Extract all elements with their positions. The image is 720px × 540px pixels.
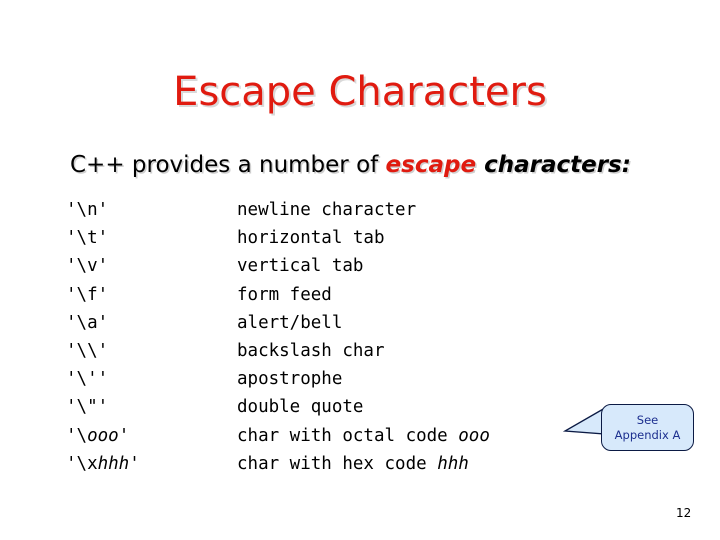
escape-description-text: apostrophe (237, 369, 343, 390)
table-row: '\'' apostrophe (66, 365, 490, 393)
escape-code: '\xhhh' (66, 450, 237, 478)
table-row: '\a' alert/bell (66, 309, 490, 337)
escape-description: apostrophe (237, 365, 342, 393)
subtitle-line: C++ provides a number of escape characte… (70, 150, 631, 180)
escape-description: newline character (237, 196, 416, 224)
table-row: '\\' backslash char (66, 337, 490, 365)
callout-box: See Appendix A (601, 404, 694, 451)
escape-code-text: '\f' (66, 284, 109, 305)
escape-description: alert/bell (237, 309, 342, 337)
escape-code-text: '\v' (66, 256, 109, 277)
escape-code-tail: ' (129, 453, 140, 474)
escape-description-text: vertical tab (237, 256, 364, 277)
table-row: '\"' double quote (66, 393, 490, 421)
slide-canvas: Escape Characters C++ provides a number … (0, 0, 720, 540)
escape-description-italic: hhh (437, 453, 469, 474)
table-row: '\ooo' char with octal code ooo (66, 422, 490, 450)
escape-description: form feed (237, 281, 332, 309)
escape-description-text: char with hex code (237, 453, 438, 474)
table-row: '\t' horizontal tab (66, 224, 490, 252)
escape-code-text: '\'' (66, 369, 109, 390)
escape-code: '\n' (66, 196, 237, 224)
escape-description: backslash char (237, 337, 385, 365)
subtitle-lead-text: C++ provides a number of (70, 152, 386, 178)
escape-code-tail: ' (118, 425, 130, 446)
escape-code-italic: ooo (87, 425, 119, 446)
escape-description: char with hex code hhh (237, 450, 469, 478)
escape-description-text: form feed (237, 284, 332, 305)
escape-characters-table: '\n' newline character '\t' horizontal tab… (66, 196, 490, 478)
table-row: '\xhhh' char with hex code hhh (66, 450, 490, 478)
escape-code-text: '\a' (66, 312, 109, 333)
escape-description: double quote (237, 393, 363, 421)
escape-description-text: double quote (237, 397, 364, 418)
escape-description: vertical tab (237, 252, 363, 280)
subtitle-emphasis-red: escape (385, 152, 477, 178)
escape-code-text: '\n' (66, 200, 109, 220)
escape-description-text: newline character (237, 200, 417, 220)
subtitle-emphasis-black: characters: (476, 152, 631, 178)
table-row: '\v' vertical tab (66, 252, 490, 280)
callout-tail-icon (562, 406, 606, 435)
escape-description-text: horizontal tab (237, 228, 385, 249)
escape-code-text: '\t' (66, 228, 109, 249)
escape-code: '\\' (66, 337, 237, 365)
callout-line-1: See (636, 412, 659, 427)
escape-code: '\'' (66, 365, 237, 393)
escape-code-text: '\x (66, 453, 98, 474)
escape-description: horizontal tab (237, 224, 385, 252)
escape-description-text: backslash char (237, 340, 385, 361)
escape-code: '\"' (66, 393, 237, 421)
escape-description-text: char with octal code (237, 425, 459, 446)
escape-code: '\v' (66, 252, 237, 280)
escape-description: char with octal code ooo (237, 422, 490, 450)
callout-bubble: See Appendix A (562, 404, 694, 451)
escape-code: '\t' (66, 224, 237, 252)
escape-code: '\f' (66, 281, 237, 309)
escape-code-italic: hhh (97, 453, 130, 474)
escape-description-italic: ooo (458, 425, 490, 446)
callout-line-2: Appendix A (614, 427, 681, 442)
escape-code-text: '\"' (66, 397, 109, 418)
page-number: 12 (676, 506, 692, 520)
escape-code-text: '\ (66, 425, 88, 446)
table-row: '\n' newline character (66, 196, 490, 224)
table-row: '\f' form feed (66, 281, 490, 309)
escape-code: '\a' (66, 309, 237, 337)
escape-code: '\ooo' (66, 422, 237, 450)
escape-description-text: alert/bell (237, 312, 343, 333)
page-title: Escape Characters (173, 69, 547, 115)
escape-code-text: '\\' (66, 340, 109, 361)
